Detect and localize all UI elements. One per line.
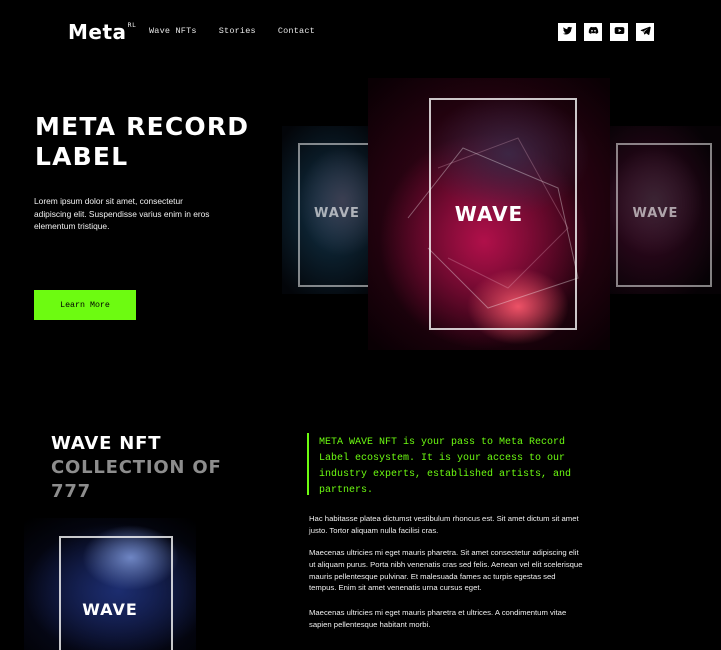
discord-icon xyxy=(588,23,599,41)
nav-link-contact[interactable]: Contact xyxy=(278,26,315,36)
hero-title: META RECORD LABEL xyxy=(35,112,275,172)
card-wave-label: WAVE xyxy=(632,206,679,221)
twitter-icon xyxy=(562,23,573,41)
hero-title-line2: LABEL xyxy=(35,142,129,171)
twitter-link[interactable] xyxy=(558,23,576,41)
logo-text: Meta xyxy=(68,20,127,44)
telegram-icon xyxy=(640,23,651,41)
logo[interactable]: MetaRL xyxy=(68,20,136,44)
card-wave-label: WAVE xyxy=(82,600,138,619)
logo-superscript: RL xyxy=(127,22,137,30)
social-links xyxy=(558,23,654,41)
nav-link-stories[interactable]: Stories xyxy=(219,26,256,36)
nav-link-wave-nfts[interactable]: Wave NFTs xyxy=(149,26,197,36)
collection-paragraph-1: Hac habitasse platea dictumst vestibulum… xyxy=(309,514,579,535)
collection-paragraph-3: Maecenas ultricies mi eget mauris pharet… xyxy=(309,608,567,629)
nft-card-main: WAVE xyxy=(368,78,610,350)
collection-title-line1: WAVE NFT xyxy=(51,433,162,454)
card-frame xyxy=(59,536,173,650)
nft-card-collection: WAVE xyxy=(24,518,196,650)
collection-quote: META WAVE NFT is your pass to Meta Recor… xyxy=(319,437,572,496)
nft-card-right: WAVE xyxy=(600,126,721,294)
telegram-link[interactable] xyxy=(636,23,654,41)
quote-accent-bar xyxy=(307,433,309,495)
main-nav: Wave NFTs Stories Contact xyxy=(149,26,315,36)
hero-description: Lorem ipsum dolor sit amet, consectetur … xyxy=(34,196,210,232)
discord-link[interactable] xyxy=(584,23,602,41)
hero-title-line1: META RECORD xyxy=(35,112,250,141)
card-wave-label: WAVE xyxy=(454,202,524,226)
collection-title-line2: COLLECTION OF 777 xyxy=(51,457,222,502)
youtube-link[interactable] xyxy=(610,23,628,41)
collection-paragraph-2: Maecenas ultricies mi eget mauris pharet… xyxy=(309,548,583,593)
youtube-icon xyxy=(614,23,625,41)
collection-title: WAVE NFT COLLECTION OF 777 xyxy=(51,432,251,504)
learn-more-button[interactable]: Learn More xyxy=(34,290,136,320)
